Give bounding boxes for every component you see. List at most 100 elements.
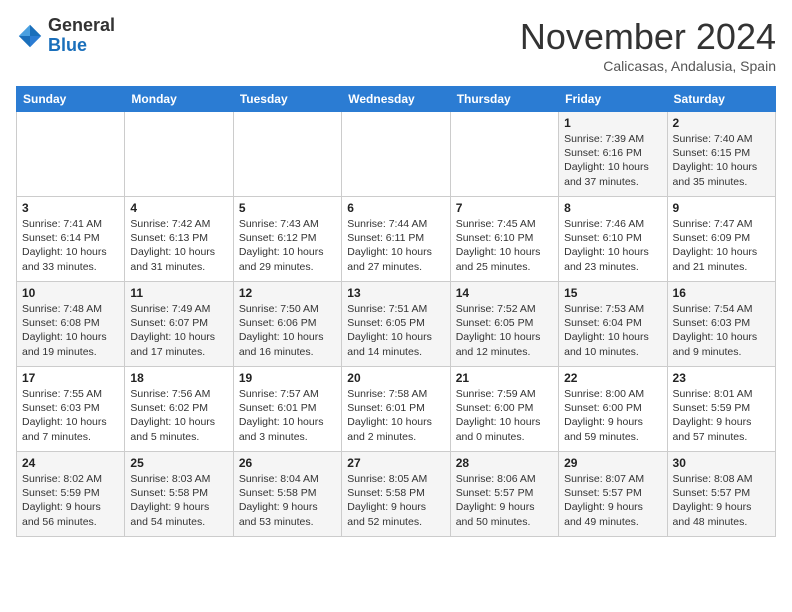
- day-number: 9: [673, 201, 770, 215]
- calendar-cell: [233, 112, 341, 197]
- column-header-saturday: Saturday: [667, 87, 775, 112]
- calendar-row: 1 Sunrise: 7:39 AM Sunset: 6:16 PM Daylig…: [17, 112, 776, 197]
- day-info: Sunrise: 8:04 AM Sunset: 5:58 PM Dayligh…: [239, 472, 336, 529]
- column-header-wednesday: Wednesday: [342, 87, 450, 112]
- day-info: Sunrise: 7:54 AM Sunset: 6:03 PM Dayligh…: [673, 302, 770, 359]
- day-info: Sunrise: 7:52 AM Sunset: 6:05 PM Dayligh…: [456, 302, 553, 359]
- day-info: Sunrise: 7:41 AM Sunset: 6:14 PM Dayligh…: [22, 217, 119, 274]
- page-header: General Blue November 2024 Calicasas, An…: [16, 16, 776, 74]
- day-number: 15: [564, 286, 661, 300]
- day-info: Sunrise: 7:58 AM Sunset: 6:01 PM Dayligh…: [347, 387, 444, 444]
- day-info: Sunrise: 8:07 AM Sunset: 5:57 PM Dayligh…: [564, 472, 661, 529]
- calendar-cell: 3 Sunrise: 7:41 AM Sunset: 6:14 PM Daylig…: [17, 197, 125, 282]
- calendar-cell: 23Sunrise: 8:01 AM Sunset: 5:59 PM Dayli…: [667, 367, 775, 452]
- day-number: 5: [239, 201, 336, 215]
- day-number: 7: [456, 201, 553, 215]
- calendar-cell: [450, 112, 558, 197]
- column-header-tuesday: Tuesday: [233, 87, 341, 112]
- location-text: Calicasas, Andalusia, Spain: [520, 58, 776, 74]
- calendar-cell: 20 Sunrise: 7:58 AM Sunset: 6:01 PM Dayli…: [342, 367, 450, 452]
- day-info: Sunrise: 7:55 AM Sunset: 6:03 PM Dayligh…: [22, 387, 119, 444]
- day-number: 27: [347, 456, 444, 470]
- day-number: 2: [673, 116, 770, 130]
- calendar-cell: [342, 112, 450, 197]
- day-info: Sunrise: 7:48 AM Sunset: 6:08 PM Dayligh…: [22, 302, 119, 359]
- logo: General Blue: [16, 16, 115, 56]
- day-number: 19: [239, 371, 336, 385]
- day-number: 18: [130, 371, 227, 385]
- calendar-cell: 26 Sunrise: 8:04 AM Sunset: 5:58 PM Dayli…: [233, 452, 341, 537]
- calendar-cell: 18 Sunrise: 7:56 AM Sunset: 6:02 PM Dayli…: [125, 367, 233, 452]
- day-number: 13: [347, 286, 444, 300]
- day-info: Sunrise: 7:53 AM Sunset: 6:04 PM Dayligh…: [564, 302, 661, 359]
- day-info: Sunrise: 7:57 AM Sunset: 6:01 PM Dayligh…: [239, 387, 336, 444]
- day-number: 29: [564, 456, 661, 470]
- day-info: Sunrise: 7:42 AM Sunset: 6:13 PM Dayligh…: [130, 217, 227, 274]
- day-number: 17: [22, 371, 119, 385]
- column-header-friday: Friday: [559, 87, 667, 112]
- day-info: Sunrise: 7:40 AM Sunset: 6:15 PM Dayligh…: [673, 132, 770, 189]
- calendar-cell: 8 Sunrise: 7:46 AM Sunset: 6:10 PM Daylig…: [559, 197, 667, 282]
- day-number: 8: [564, 201, 661, 215]
- title-block: November 2024 Calicasas, Andalusia, Spai…: [520, 16, 776, 74]
- calendar-header: SundayMondayTuesdayWednesdayThursdayFrid…: [17, 87, 776, 112]
- day-info: Sunrise: 8:00 AM Sunset: 6:00 PM Dayligh…: [564, 387, 661, 444]
- calendar-row: 17 Sunrise: 7:55 AM Sunset: 6:03 PM Dayli…: [17, 367, 776, 452]
- day-number: 16: [673, 286, 770, 300]
- day-number: 10: [22, 286, 119, 300]
- day-number: 20: [347, 371, 444, 385]
- calendar-cell: 7Sunrise: 7:45 AM Sunset: 6:10 PM Daylig…: [450, 197, 558, 282]
- calendar-cell: 21Sunrise: 7:59 AM Sunset: 6:00 PM Dayli…: [450, 367, 558, 452]
- calendar-row: 10 Sunrise: 7:48 AM Sunset: 6:08 PM Dayli…: [17, 282, 776, 367]
- month-title: November 2024: [520, 16, 776, 58]
- day-number: 22: [564, 371, 661, 385]
- day-number: 3: [22, 201, 119, 215]
- day-info: Sunrise: 7:56 AM Sunset: 6:02 PM Dayligh…: [130, 387, 227, 444]
- calendar-cell: 13Sunrise: 7:51 AM Sunset: 6:05 PM Dayli…: [342, 282, 450, 367]
- day-info: Sunrise: 8:03 AM Sunset: 5:58 PM Dayligh…: [130, 472, 227, 529]
- calendar-cell: 17 Sunrise: 7:55 AM Sunset: 6:03 PM Dayli…: [17, 367, 125, 452]
- calendar-row: 3 Sunrise: 7:41 AM Sunset: 6:14 PM Daylig…: [17, 197, 776, 282]
- day-number: 30: [673, 456, 770, 470]
- logo-icon: [16, 22, 44, 50]
- calendar-cell: 29 Sunrise: 8:07 AM Sunset: 5:57 PM Dayli…: [559, 452, 667, 537]
- calendar-cell: 30 Sunrise: 8:08 AM Sunset: 5:57 PM Dayli…: [667, 452, 775, 537]
- day-info: Sunrise: 7:47 AM Sunset: 6:09 PM Dayligh…: [673, 217, 770, 274]
- day-number: 6: [347, 201, 444, 215]
- day-info: Sunrise: 7:59 AM Sunset: 6:00 PM Dayligh…: [456, 387, 553, 444]
- calendar-cell: 19 Sunrise: 7:57 AM Sunset: 6:01 PM Dayli…: [233, 367, 341, 452]
- calendar-cell: 2 Sunrise: 7:40 AM Sunset: 6:15 PM Daylig…: [667, 112, 775, 197]
- calendar-cell: 14 Sunrise: 7:52 AM Sunset: 6:05 PM Dayli…: [450, 282, 558, 367]
- day-number: 14: [456, 286, 553, 300]
- calendar-cell: 27 Sunrise: 8:05 AM Sunset: 5:58 PM Dayli…: [342, 452, 450, 537]
- calendar-cell: 22 Sunrise: 8:00 AM Sunset: 6:00 PM Dayli…: [559, 367, 667, 452]
- day-info: Sunrise: 7:39 AM Sunset: 6:16 PM Dayligh…: [564, 132, 661, 189]
- day-number: 26: [239, 456, 336, 470]
- day-number: 12: [239, 286, 336, 300]
- day-info: Sunrise: 7:46 AM Sunset: 6:10 PM Dayligh…: [564, 217, 661, 274]
- day-number: 24: [22, 456, 119, 470]
- calendar-cell: 6 Sunrise: 7:44 AM Sunset: 6:11 PM Daylig…: [342, 197, 450, 282]
- calendar-row: 24Sunrise: 8:02 AM Sunset: 5:59 PM Dayli…: [17, 452, 776, 537]
- calendar-cell: 28Sunrise: 8:06 AM Sunset: 5:57 PM Dayli…: [450, 452, 558, 537]
- calendar-cell: 1 Sunrise: 7:39 AM Sunset: 6:16 PM Daylig…: [559, 112, 667, 197]
- day-info: Sunrise: 8:05 AM Sunset: 5:58 PM Dayligh…: [347, 472, 444, 529]
- calendar-cell: 11Sunrise: 7:49 AM Sunset: 6:07 PM Dayli…: [125, 282, 233, 367]
- day-number: 11: [130, 286, 227, 300]
- column-header-monday: Monday: [125, 87, 233, 112]
- day-number: 4: [130, 201, 227, 215]
- calendar-cell: 10 Sunrise: 7:48 AM Sunset: 6:08 PM Dayli…: [17, 282, 125, 367]
- day-number: 1: [564, 116, 661, 130]
- calendar-cell: 15 Sunrise: 7:53 AM Sunset: 6:04 PM Dayli…: [559, 282, 667, 367]
- calendar-cell: 24Sunrise: 8:02 AM Sunset: 5:59 PM Dayli…: [17, 452, 125, 537]
- day-info: Sunrise: 8:01 AM Sunset: 5:59 PM Dayligh…: [673, 387, 770, 444]
- calendar-cell: [125, 112, 233, 197]
- calendar-cell: 4 Sunrise: 7:42 AM Sunset: 6:13 PM Daylig…: [125, 197, 233, 282]
- day-info: Sunrise: 7:50 AM Sunset: 6:06 PM Dayligh…: [239, 302, 336, 359]
- day-info: Sunrise: 7:43 AM Sunset: 6:12 PM Dayligh…: [239, 217, 336, 274]
- day-info: Sunrise: 8:08 AM Sunset: 5:57 PM Dayligh…: [673, 472, 770, 529]
- day-number: 25: [130, 456, 227, 470]
- column-header-thursday: Thursday: [450, 87, 558, 112]
- calendar-cell: 5 Sunrise: 7:43 AM Sunset: 6:12 PM Daylig…: [233, 197, 341, 282]
- day-info: Sunrise: 7:44 AM Sunset: 6:11 PM Dayligh…: [347, 217, 444, 274]
